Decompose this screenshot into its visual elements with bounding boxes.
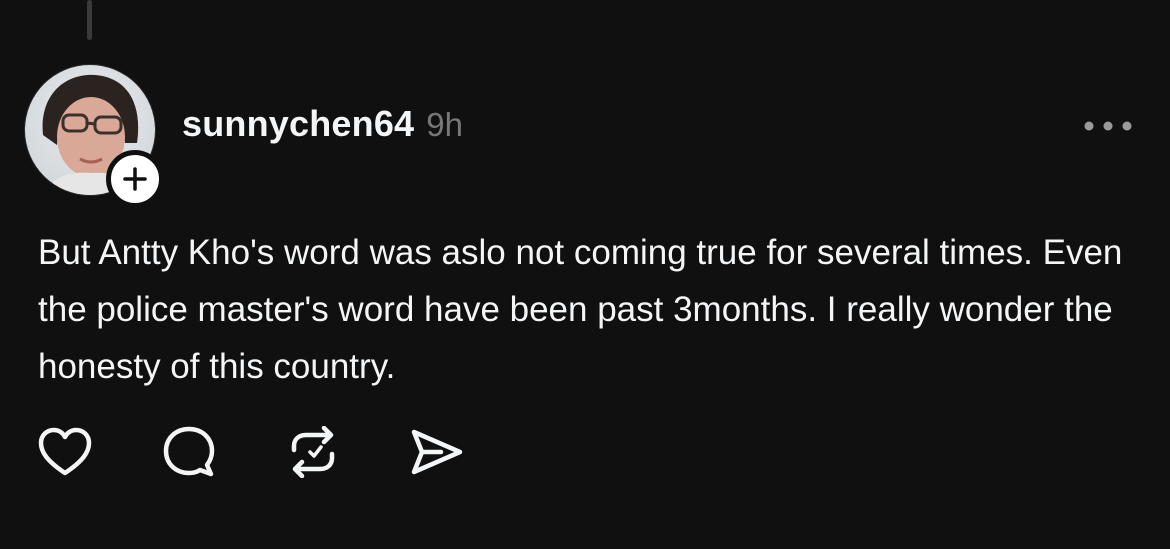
reply-button[interactable] — [158, 424, 220, 480]
post-timestamp: 9h — [426, 106, 463, 143]
post-actions-bar — [34, 424, 530, 480]
username[interactable]: sunnychen64 — [182, 103, 414, 145]
post-header: sunnychen64 9h — [182, 103, 463, 145]
heart-icon — [38, 427, 92, 476]
more-horizontal-icon — [1084, 121, 1132, 131]
thread-connector-line — [87, 0, 92, 40]
like-button[interactable] — [34, 424, 96, 480]
follow-button[interactable] — [106, 150, 164, 208]
author-avatar-container[interactable] — [24, 64, 164, 208]
more-options-button[interactable] — [1080, 110, 1136, 142]
plus-icon — [123, 167, 147, 191]
repost-button[interactable] — [282, 424, 344, 480]
comment-bubble-icon — [163, 426, 215, 477]
share-button[interactable] — [406, 424, 468, 480]
post-body-text: But Antty Kho's word was aslo not coming… — [38, 233, 1123, 386]
repost-icon — [291, 426, 335, 478]
send-icon — [411, 429, 463, 475]
